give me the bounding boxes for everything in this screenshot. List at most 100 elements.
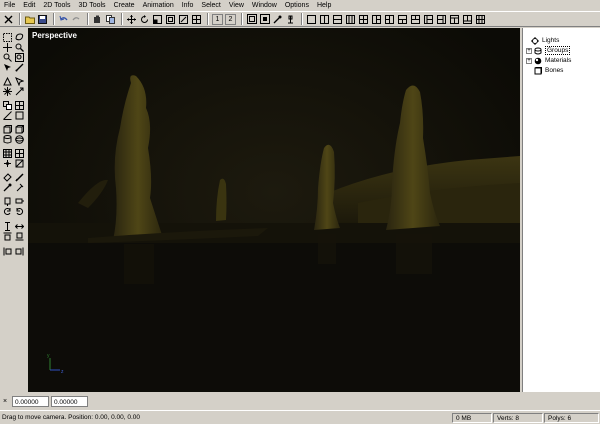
toolbar-separator — [121, 13, 123, 25]
tree-item-label: Groups — [545, 46, 571, 55]
view-1-button[interactable]: 1 — [212, 13, 223, 25]
menu-bar: File Edit 2D Tools 3D Tools Create Anima… — [0, 0, 600, 11]
tree-item-bones[interactable]: Bones — [534, 66, 563, 75]
coord-close-icon[interactable]: × — [0, 398, 10, 405]
menu-3d-tools[interactable]: 3D Tools — [74, 0, 109, 11]
toolbar-separator — [241, 13, 243, 25]
layout-6-icon[interactable] — [371, 14, 382, 25]
menu-window[interactable]: Window — [248, 0, 281, 11]
layout-buttons — [306, 14, 488, 25]
scale-icon[interactable] — [152, 14, 163, 25]
tree-item-materials[interactable]: + Materials — [526, 56, 571, 65]
light-icon — [531, 36, 539, 45]
status-message: Drag to move camera. Position: 0.00, 0.0… — [2, 414, 141, 421]
align-right-icon[interactable] — [14, 231, 25, 242]
align-left-icon[interactable] — [2, 231, 13, 242]
frame-icon[interactable] — [165, 14, 176, 25]
status-polys: Polys: 6 — [544, 412, 599, 423]
save-icon[interactable] — [37, 14, 48, 25]
materials-icon — [534, 57, 542, 65]
grid-tool-icon[interactable] — [2, 134, 13, 145]
toolbar-separator — [87, 13, 89, 25]
layout-3-icon[interactable] — [332, 14, 343, 25]
erase-icon[interactable] — [2, 158, 13, 169]
menu-options[interactable]: Options — [281, 0, 313, 11]
menu-info[interactable]: Info — [178, 0, 198, 11]
menu-create[interactable]: Create — [110, 0, 139, 11]
plane-icon[interactable] — [2, 110, 13, 121]
layout-8-icon[interactable] — [397, 14, 408, 25]
redo-icon[interactable] — [71, 14, 82, 25]
select-edge-icon[interactable] — [14, 62, 25, 73]
picker-icon[interactable] — [272, 14, 283, 25]
close-icon[interactable] — [3, 14, 14, 25]
layout-10-icon[interactable] — [423, 14, 434, 25]
toolbar-separator — [53, 13, 55, 25]
undo-icon[interactable] — [58, 14, 69, 25]
layout-11-icon[interactable] — [436, 14, 447, 25]
select-all-icon[interactable] — [246, 14, 257, 25]
flip-icon[interactable] — [14, 246, 25, 257]
pan-icon[interactable] — [14, 86, 25, 97]
toolbar-separator — [207, 13, 209, 25]
coord-x-input[interactable]: 0.00000 — [12, 395, 49, 407]
menu-select[interactable]: Select — [197, 0, 224, 11]
menu-file[interactable]: File — [0, 0, 19, 11]
expand-icon[interactable]: + — [526, 47, 532, 54]
menu-animation[interactable]: Animation — [139, 0, 178, 11]
joint-icon[interactable] — [14, 182, 25, 193]
mirror-icon[interactable] — [2, 246, 13, 257]
tree-item-label: Bones — [545, 67, 564, 74]
tree-item-label: Lights — [542, 37, 560, 44]
select-icon[interactable] — [259, 14, 270, 25]
open-icon[interactable] — [24, 14, 35, 25]
cube-icon[interactable] — [14, 110, 25, 121]
layout-5-icon[interactable] — [358, 14, 369, 25]
view-2-button[interactable]: 2 — [225, 13, 236, 25]
tree-item-label: Materials — [545, 57, 572, 64]
status-memory: 0 MB — [452, 412, 492, 423]
scale-tool-icon[interactable] — [2, 206, 13, 217]
rotate-icon[interactable] — [139, 14, 150, 25]
layout-1-icon[interactable] — [306, 14, 317, 25]
snap-icon[interactable] — [178, 14, 189, 25]
select-vertex-icon[interactable] — [2, 62, 13, 73]
tree-item-groups[interactable]: + Groups — [526, 46, 571, 55]
toolbar-separator — [301, 13, 303, 25]
cut-icon[interactable] — [92, 14, 103, 25]
grid-icon[interactable] — [191, 14, 202, 25]
coord-y-input[interactable]: 0.00000 — [51, 395, 88, 407]
tree-item-lights[interactable]: Lights — [531, 36, 559, 45]
viewport-label: Perspective — [32, 31, 77, 40]
menu-edit[interactable]: Edit — [19, 0, 39, 11]
layout-4-icon[interactable] — [345, 14, 356, 25]
main-toolbar: 1 2 — [0, 11, 600, 27]
tool-palette — [0, 28, 27, 392]
layout-13-icon[interactable] — [462, 14, 473, 25]
bone-icon[interactable] — [2, 182, 13, 193]
bones-icon — [534, 66, 542, 75]
layout-2-icon[interactable] — [319, 14, 330, 25]
scene-render: y z — [28, 28, 520, 392]
scale-axis-icon[interactable] — [14, 206, 25, 217]
text-icon[interactable] — [285, 14, 296, 25]
transform-icon[interactable] — [2, 86, 13, 97]
layout-7-icon[interactable] — [384, 14, 395, 25]
scene-tree-panel: Lights + Groups + Materials Bones — [522, 28, 600, 392]
menu-2d-tools[interactable]: 2D Tools — [39, 0, 74, 11]
toolbar-separator — [19, 13, 21, 25]
weld-icon[interactable] — [14, 134, 25, 145]
menu-view[interactable]: View — [225, 0, 248, 11]
menu-help[interactable]: Help — [313, 0, 335, 11]
layout-12-icon[interactable] — [449, 14, 460, 25]
coordinate-bar: × 0.00000 0.00000 — [0, 393, 600, 409]
copy-icon[interactable] — [105, 14, 116, 25]
layout-9-icon[interactable] — [410, 14, 421, 25]
perspective-viewport[interactable]: y z Perspective — [28, 28, 520, 392]
layout-14-icon[interactable] — [475, 14, 486, 25]
groups-icon — [534, 47, 542, 55]
status-verts: Verts: 8 — [493, 412, 543, 423]
expand-icon[interactable]: + — [526, 57, 532, 64]
paint-icon[interactable] — [14, 158, 25, 169]
move-icon[interactable] — [126, 14, 137, 25]
